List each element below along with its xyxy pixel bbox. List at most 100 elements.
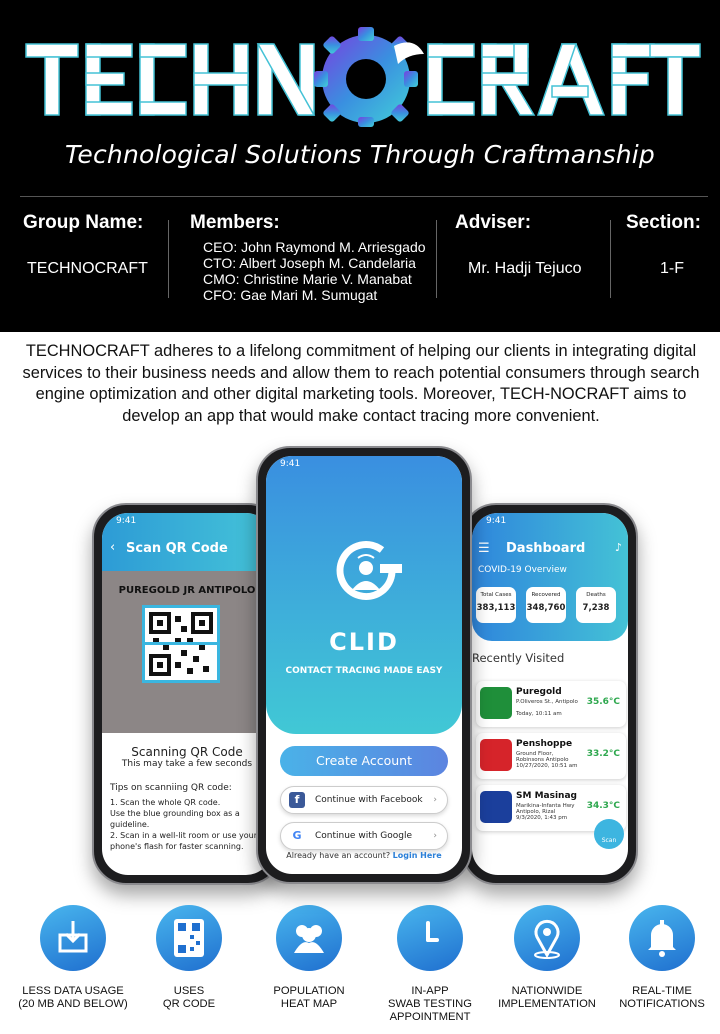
divider <box>168 220 169 298</box>
gear-icon <box>314 27 424 127</box>
header: Technological Solutions Through Craftman… <box>0 0 720 332</box>
app-subtitle: CONTACT TRACING MADE EASY <box>285 666 443 676</box>
adviser-heading: Adviser: <box>455 212 532 233</box>
stat-card: Recovered 348,760 <box>526 587 566 623</box>
section-value: 1-F <box>660 260 684 277</box>
dashboard-title: Dashboard <box>506 541 586 556</box>
facebook-icon: f <box>289 792 305 808</box>
tips-title: Tips on scanniing QR code: <box>110 783 232 793</box>
feature-label: USES QR CODE <box>162 985 216 1010</box>
place-temp: 34.3°C <box>586 801 620 811</box>
stat-card: Total Cases 383,113 <box>476 587 516 623</box>
divider <box>436 220 437 298</box>
stat-label: Recovered <box>531 592 561 598</box>
login-link[interactable]: Login Here <box>393 851 442 860</box>
visited-place[interactable]: Penshoppe Ground Floor, Robinsons Antipo… <box>476 733 626 779</box>
have-account-text: Already have an account? <box>286 851 391 860</box>
place-name: Puregold <box>516 687 562 697</box>
adviser-value: Mr. Hadji Tejuco <box>468 260 582 277</box>
google-icon: G <box>292 829 302 842</box>
feature-label: POPULATION HEAT MAP <box>273 985 345 1010</box>
qr-code-icon <box>156 905 222 971</box>
members-heading: Members: <box>190 212 280 233</box>
member-item: CTO: Albert Joseph M. Candelaria <box>203 255 416 271</box>
scan-title: Scan QR Code <box>126 541 228 556</box>
place-time: Today, 10:11 am <box>516 711 562 717</box>
visited-place[interactable]: Puregold P.Oliveros St., Antipolo Today,… <box>476 681 626 727</box>
tip-item: Use the blue grounding box as a guidelin… <box>110 809 240 829</box>
download-icon <box>40 905 106 971</box>
puregold-logo <box>480 687 512 719</box>
place-address: Marikina-Infanta Hwy Antipolo, Rizal <box>516 803 575 815</box>
login-prompt: Already have an account? Login Here <box>266 851 462 860</box>
description: TECHNOCRAFT adheres to a lifelong commit… <box>22 342 700 425</box>
poster: Technological Solutions Through Craftman… <box>0 0 720 1034</box>
facebook-login-button[interactable]: f Continue with Facebook › <box>280 786 448 814</box>
place-name: SM Masinag <box>516 791 577 801</box>
covid-heading: COVID-19 Overview <box>478 565 567 575</box>
member-item: CEO: John Raymond M. Arriesgado <box>203 239 426 255</box>
place-address: Ground Floor, Robinsons Antipolo <box>516 751 569 763</box>
place-temp: 33.2°C <box>586 749 620 759</box>
feature-label: LESS DATA USAGE (20 MB AND BELOW) <box>18 985 128 1010</box>
facebook-label: Continue with Facebook <box>315 795 423 805</box>
penshoppe-logo <box>480 739 512 771</box>
stat-value: 383,113 <box>476 603 516 613</box>
place-temp: 35.6°C <box>586 697 620 707</box>
section-heading: Section: <box>626 212 701 233</box>
place-time: 10/27/2020, 10:51 am <box>516 763 578 769</box>
stat-card: Deaths 7,238 <box>576 587 616 623</box>
adviser-block: Adviser: Mr. Hadji Tejuco <box>455 212 582 278</box>
scan-instructions: Scanning QR Code This may take a few sec… <box>102 733 272 852</box>
people-icon <box>276 905 342 971</box>
google-login-button[interactable]: G Continue with Google › <box>280 822 448 850</box>
create-account-button[interactable]: Create Account <box>280 746 448 776</box>
group-name-value: TECHNOCRAFT <box>27 260 148 277</box>
dashboard-screen: 9:41 ☰ Dashboard ♪ COVID-19 Overview Tot… <box>472 513 628 875</box>
members-list: CEO: John Raymond M. Arriesgado CTO: Alb… <box>203 239 426 303</box>
tagline: Technological Solutions Through Craftman… <box>65 140 655 169</box>
qr-code-icon <box>142 605 220 683</box>
group-name-block: Group Name: TECHNOCRAFT <box>23 212 148 278</box>
member-item: CFO: Gae Mari M. Sumugat <box>203 287 378 303</box>
feature-label: NATIONWIDE IMPLEMENTATION <box>498 985 596 1010</box>
place-address: P.Oliveros St., Antipolo <box>516 699 578 705</box>
bell-icon[interactable]: ♪ <box>615 541 622 554</box>
feature-item: USES QR CODE <box>131 905 247 1011</box>
back-arrow-icon[interactable]: ‹ <box>110 540 115 555</box>
divider <box>20 196 708 197</box>
stat-label: Deaths <box>586 592 606 598</box>
status-time: 9:41 <box>116 516 137 526</box>
status-time: 9:41 <box>486 516 507 526</box>
sm-city-logo <box>480 791 512 823</box>
member-item: CMO: Christine Marie V. Manabat <box>203 271 412 287</box>
technocraft-logo <box>25 27 701 127</box>
scan-tips: Tips on scanniing QR code: 1. Scan the w… <box>110 783 264 852</box>
dashboard-header: 9:41 ☰ Dashboard ♪ COVID-19 Overview Tot… <box>472 513 628 641</box>
scan-heading: Scanning QR Code <box>131 745 243 759</box>
clid-logo-icon <box>336 541 402 600</box>
menu-icon[interactable]: ☰ <box>478 541 490 556</box>
chevron-right-icon: › <box>433 831 437 841</box>
bell-icon <box>629 905 695 971</box>
scan-subheading: This may take a few seconds <box>121 759 253 769</box>
store-name: PUREGOLD JR ANTIPOLO <box>118 585 256 596</box>
clid-screen: 9:41 CLID CONTACT TRACING MADE EASY Crea… <box>266 456 462 874</box>
clock-icon <box>397 905 463 971</box>
tip-item: 1. Scan the whole QR code. <box>110 798 221 807</box>
feature-item: LESS DATA USAGE (20 MB AND BELOW) <box>15 905 131 1011</box>
clid-hero: 9:41 CLID CONTACT TRACING MADE EASY <box>266 456 462 734</box>
phone-scan: 9:41 ‹ Scan QR Code PUREGOLD JR ANTIPOLO… <box>92 503 282 885</box>
feature-item: POPULATION HEAT MAP <box>251 905 367 1011</box>
group-name-heading: Group Name: <box>23 212 144 233</box>
app-name: CLID <box>329 628 399 656</box>
scan-fab-label: Scan <box>601 837 617 844</box>
feature-item: IN-APP SWAB TESTING APPOINTMENT <box>372 905 488 1024</box>
scan-fab-button[interactable]: Scan <box>594 819 624 849</box>
phone-clid: 9:41 CLID CONTACT TRACING MADE EASY Crea… <box>256 446 472 884</box>
tip-item: 2. Scan in a well-lit room or use your p… <box>110 831 258 851</box>
phone-dashboard: 9:41 ☰ Dashboard ♪ COVID-19 Overview Tot… <box>462 503 638 885</box>
members-block: Members: <box>190 212 280 234</box>
location-pin-icon <box>514 905 580 971</box>
feature-label: REAL-TIME NOTIFICATIONS <box>619 985 705 1010</box>
